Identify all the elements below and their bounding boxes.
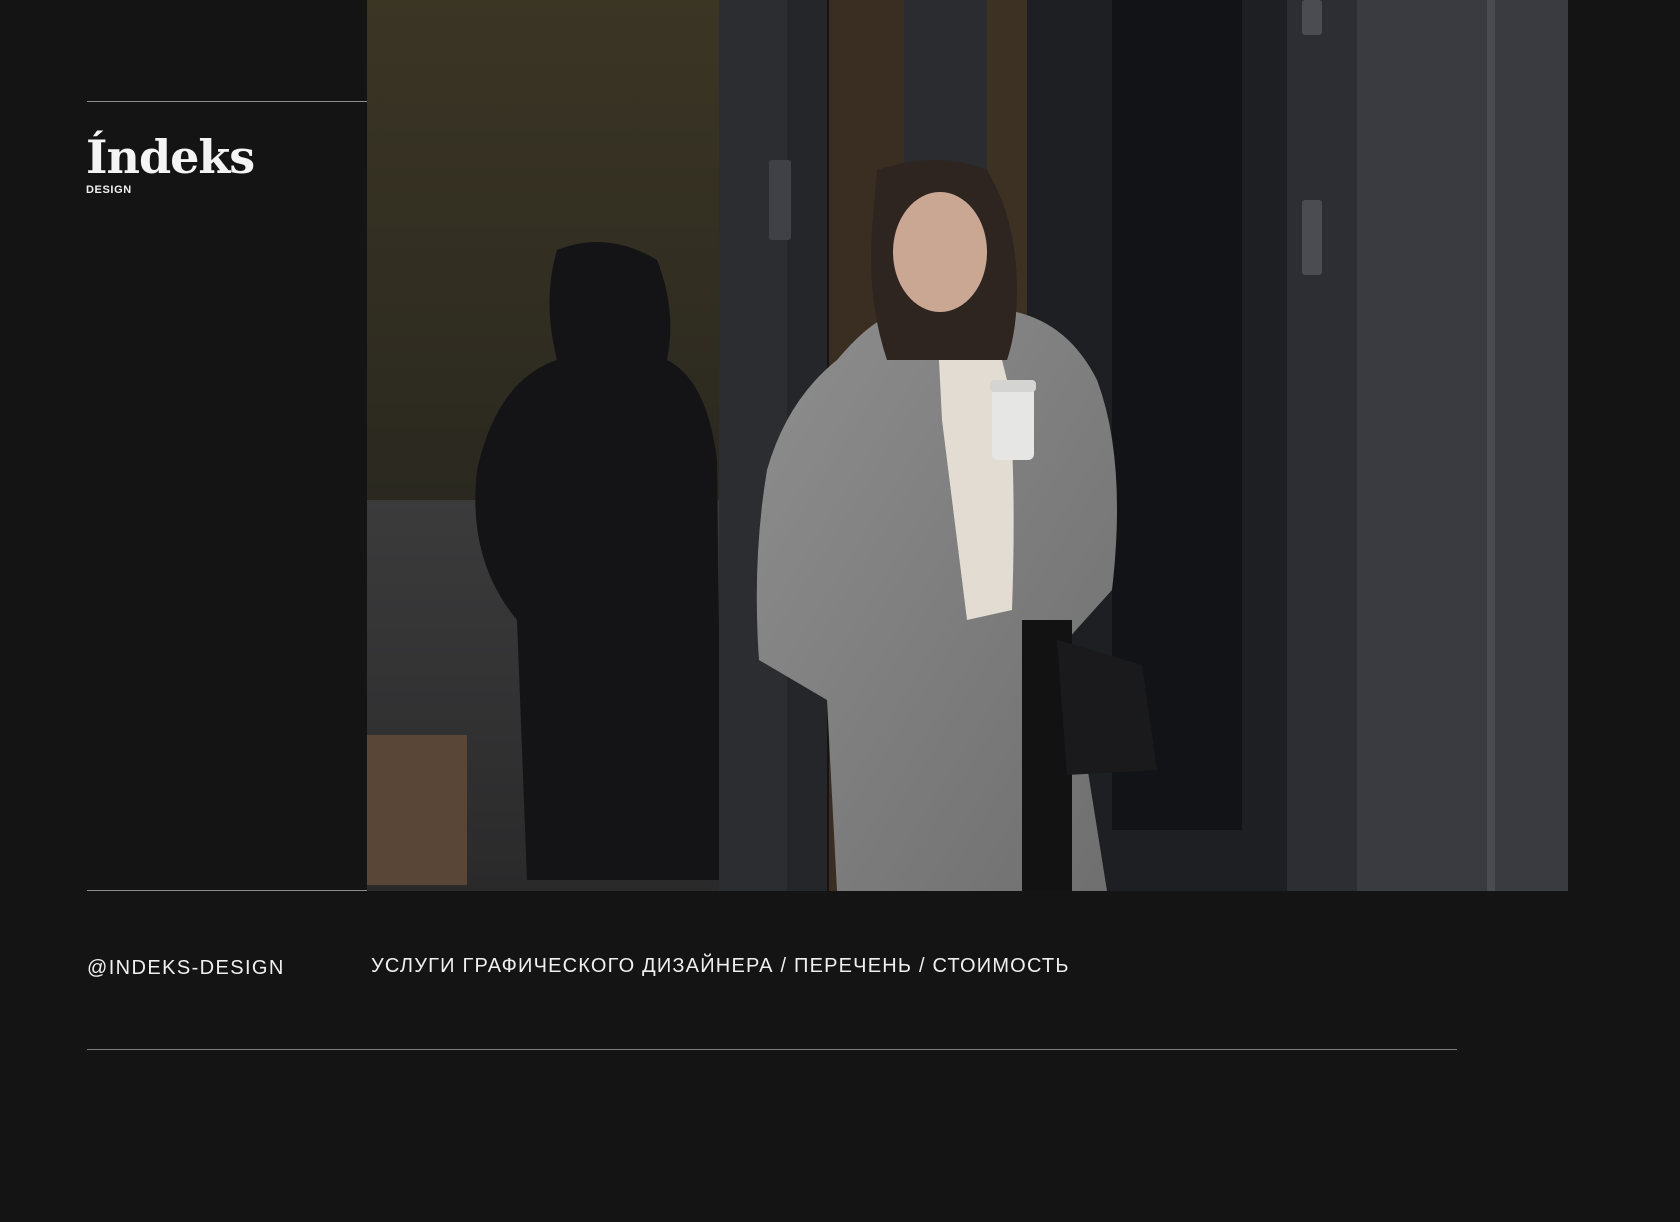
logo-wordmark: Índeks [86, 130, 255, 184]
social-handle: @INDEKS-DESIGN [87, 957, 285, 979]
bottom-divider [87, 1049, 1457, 1050]
hero-photo [367, 0, 1568, 891]
middle-divider [87, 890, 367, 891]
top-divider [87, 101, 367, 102]
logo-subtitle: DESIGN [86, 184, 132, 196]
brand-logo: Índeks DESIGN [86, 132, 286, 196]
services-tagline: УСЛУГИ ГРАФИЧЕСКОГО ДИЗАЙНЕРА / ПЕРЕЧЕНЬ… [371, 955, 1070, 977]
